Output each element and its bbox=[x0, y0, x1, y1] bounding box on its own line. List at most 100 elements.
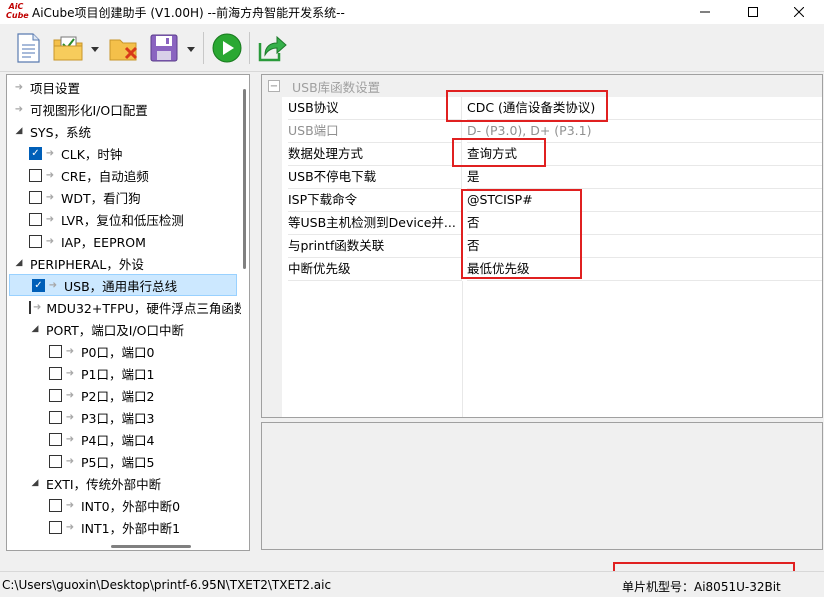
checkbox[interactable] bbox=[29, 234, 42, 248]
arrow-icon: ➜ bbox=[45, 235, 55, 247]
tree-item[interactable]: ➜ INT1，外部中断1 bbox=[7, 516, 239, 538]
property-row[interactable]: 等USB主机检测到Device并... 否 bbox=[262, 212, 822, 235]
tree-item[interactable]: ◢ EXTI，传统外部中断 bbox=[7, 472, 239, 494]
scroll-thumb[interactable] bbox=[111, 545, 191, 548]
tree-item[interactable]: ➜ IAP，EEPROM bbox=[7, 230, 239, 252]
export-button[interactable] bbox=[256, 32, 288, 64]
save-button[interactable] bbox=[148, 32, 180, 64]
close-button[interactable] bbox=[776, 0, 822, 24]
property-value[interactable]: 最低优先级 bbox=[467, 258, 822, 281]
arrow-icon: ➜ bbox=[65, 499, 75, 511]
open-dropdown-button[interactable] bbox=[90, 44, 100, 54]
close-project-button[interactable] bbox=[108, 32, 140, 64]
tree-item[interactable]: ◢ PORT，端口及I/O口中断 bbox=[7, 318, 239, 340]
scroll-thumb[interactable] bbox=[243, 89, 246, 269]
toolbar-separator bbox=[249, 32, 250, 64]
tree-item[interactable]: ➜ P0口，端口0 bbox=[7, 340, 239, 362]
property-row[interactable]: 数据处理方式 查询方式 bbox=[262, 143, 822, 166]
new-file-button[interactable] bbox=[12, 32, 44, 64]
tree-item[interactable]: ✓ ➜ CLK，时钟 bbox=[7, 142, 239, 164]
grid-gutter bbox=[262, 120, 282, 143]
property-value[interactable]: 否 bbox=[467, 235, 822, 258]
tree-item[interactable]: ✓ ➜ USB，通用串行总线 bbox=[9, 274, 237, 296]
expand-icon[interactable]: ◢ bbox=[13, 258, 25, 268]
grid-gutter bbox=[262, 212, 282, 235]
checkbox[interactable] bbox=[49, 344, 62, 358]
tree-item[interactable]: ➜ MDU32+TFPU，硬件浮点三角函数 bbox=[7, 296, 246, 318]
run-button[interactable] bbox=[211, 32, 243, 64]
tree-item[interactable]: ◢ PERIPHERAL，外设 bbox=[7, 252, 239, 274]
tree-item[interactable]: ➜ INT0，外部中断0 bbox=[7, 494, 239, 516]
tree-item[interactable]: ➜ P5口，端口5 bbox=[7, 450, 239, 472]
open-project-icon bbox=[53, 36, 83, 61]
tree-item[interactable]: ➜ P1口，端口1 bbox=[7, 362, 239, 384]
expand-icon[interactable]: ◢ bbox=[13, 126, 25, 136]
grid-gutter bbox=[262, 258, 282, 281]
checkbox[interactable] bbox=[49, 454, 62, 468]
status-bar: C:\Users\guoxin\Desktop\printf-6.95N\TXE… bbox=[0, 571, 824, 597]
tree-item-label: 项目设置 bbox=[30, 80, 81, 96]
property-category[interactable]: − USB库函数设置 bbox=[262, 75, 822, 97]
minimize-button[interactable] bbox=[682, 0, 728, 24]
tree-horizontal-scrollbar[interactable] bbox=[7, 542, 243, 550]
property-row[interactable]: ISP下载命令 @STCISP# bbox=[262, 189, 822, 212]
maximize-button[interactable] bbox=[730, 0, 776, 24]
tree-item[interactable]: ◢ SYS，系统 bbox=[7, 120, 239, 142]
tree-item[interactable]: ➜ LVR，复位和低压检测 bbox=[7, 208, 239, 230]
checkbox[interactable] bbox=[29, 168, 42, 182]
checkbox[interactable] bbox=[49, 388, 62, 402]
tree-item[interactable]: ➜ 可视图形化I/O口配置 bbox=[7, 98, 239, 120]
tree-item[interactable]: ➜ CRE，自动追频 bbox=[7, 164, 239, 186]
arrow-icon: ➜ bbox=[14, 81, 24, 93]
property-row[interactable]: USB端口 D- (P3.0), D+ (P3.1) bbox=[262, 120, 822, 143]
arrow-icon: ➜ bbox=[65, 367, 75, 379]
property-value[interactable]: @STCISP# bbox=[467, 189, 822, 212]
checkbox[interactable] bbox=[49, 366, 62, 380]
tree-item[interactable]: ➜ P2口，端口2 bbox=[7, 384, 239, 406]
checkbox[interactable] bbox=[29, 300, 31, 314]
property-value[interactable]: 否 bbox=[467, 212, 822, 235]
close-icon bbox=[794, 7, 804, 17]
property-name: USB不停电下载 bbox=[288, 166, 462, 189]
property-name: ISP下载命令 bbox=[288, 189, 462, 212]
property-value[interactable]: 是 bbox=[467, 166, 822, 189]
tree-item[interactable]: ➜ P4口，端口4 bbox=[7, 428, 239, 450]
arrow-icon: ➜ bbox=[45, 147, 55, 159]
checkbox[interactable] bbox=[49, 520, 62, 534]
tree-item-label: P5口，端口5 bbox=[81, 454, 155, 470]
expand-icon[interactable]: ◢ bbox=[29, 478, 41, 488]
tree-item-label: 可视图形化I/O口配置 bbox=[30, 102, 148, 118]
arrow-icon: ➜ bbox=[45, 191, 55, 203]
config-tree[interactable]: ➜ 项目设置 ➜ 可视图形化I/O口配置 ◢ SYS，系统 ✓ ➜ CLK，时钟 ➜ CRE，自动追… bbox=[6, 74, 250, 551]
window-title: AiCube项目创建助手 (V1.00H) --前海方舟智能开发系统-- bbox=[32, 5, 345, 20]
arrow-icon: ➜ bbox=[65, 389, 75, 401]
property-row[interactable]: USB协议 CDC (通信设备类协议) bbox=[262, 97, 822, 120]
checkbox[interactable] bbox=[49, 498, 62, 512]
open-project-button[interactable] bbox=[52, 32, 84, 64]
tree-item-label: INT0，外部中断0 bbox=[81, 498, 181, 514]
arrow-icon: ➜ bbox=[65, 411, 75, 423]
tree-item[interactable]: ➜ P3口，端口3 bbox=[7, 406, 239, 428]
tree-vertical-scrollbar[interactable] bbox=[241, 75, 249, 550]
checkbox[interactable] bbox=[49, 410, 62, 424]
property-row[interactable]: 与printf函数关联否 bbox=[262, 235, 822, 258]
property-row[interactable]: 中断优先级 最低优先级 bbox=[262, 258, 822, 281]
property-row[interactable]: USB不停电下载是 bbox=[262, 166, 822, 189]
save-dropdown-button[interactable] bbox=[186, 44, 196, 54]
new-file-icon bbox=[17, 33, 40, 63]
tree-item[interactable]: ➜ WDT，看门狗 bbox=[7, 186, 239, 208]
arrow-icon: ➜ bbox=[33, 301, 42, 313]
checkbox[interactable]: ✓ bbox=[29, 146, 42, 160]
property-name: 中断优先级 bbox=[288, 258, 462, 281]
checkbox[interactable] bbox=[29, 212, 42, 226]
checkbox[interactable] bbox=[49, 432, 62, 446]
property-value[interactable]: 查询方式 bbox=[467, 143, 822, 166]
expand-icon[interactable]: ◢ bbox=[29, 324, 41, 334]
collapse-icon[interactable]: − bbox=[268, 80, 280, 92]
property-value[interactable]: CDC (通信设备类协议) bbox=[467, 97, 822, 120]
maximize-icon bbox=[748, 7, 758, 17]
checkbox[interactable] bbox=[29, 190, 42, 204]
grid-gutter bbox=[262, 97, 282, 120]
tree-item[interactable]: ➜ 项目设置 bbox=[7, 76, 239, 98]
checkbox[interactable]: ✓ bbox=[32, 278, 45, 292]
